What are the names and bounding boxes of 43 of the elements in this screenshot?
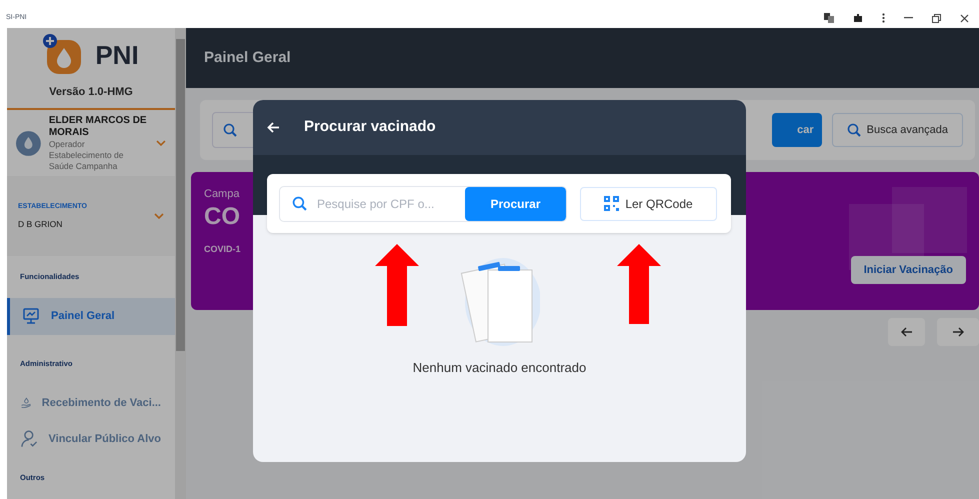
close-icon[interactable]	[960, 14, 969, 22]
back-icon[interactable]	[267, 122, 280, 133]
campaign-title: CO	[204, 202, 240, 230]
restore-icon[interactable]	[932, 14, 941, 22]
search-icon	[223, 123, 237, 137]
minimize-icon[interactable]	[904, 17, 913, 19]
page-title: Painel Geral	[204, 48, 291, 68]
translate-icon[interactable]	[824, 13, 834, 23]
dialog-title: Procurar vacinado	[304, 117, 436, 138]
sidebar-item[interactable]: Recebimento de Vaci...	[7, 384, 175, 421]
qrcode-icon	[604, 196, 620, 211]
search-icon	[846, 123, 861, 137]
search-icon	[292, 196, 307, 211]
scrollbar-thumb[interactable]	[176, 39, 185, 351]
search-button[interactable]: Procurar	[465, 186, 566, 220]
search-field[interactable]: Pesquise por CPF o... Procurar	[279, 186, 567, 222]
sidebar-item[interactable]: Painel Geral	[7, 298, 175, 335]
search-button[interactable]: car	[772, 113, 822, 147]
empty-message: Nenhum vacinado encontrado	[412, 359, 586, 377]
logo-icon	[43, 34, 84, 76]
campaign-label: Campa	[204, 187, 240, 202]
version-label: Versão 1.0-HMG	[49, 85, 133, 100]
arrow-left-icon	[900, 327, 912, 337]
previous-button[interactable]	[888, 318, 925, 346]
establishment-value[interactable]: D B GRION	[18, 218, 87, 230]
up-arrow-icon	[617, 244, 661, 324]
next-button[interactable]	[937, 318, 979, 346]
advanced-search-button[interactable]: Busca avançada	[832, 113, 963, 147]
up-arrow-icon	[375, 244, 419, 326]
read-qrcode-button[interactable]: Ler QRCode	[580, 186, 717, 220]
arrow-right-icon	[952, 327, 964, 337]
campaign-subtitle: COVID-1	[204, 242, 241, 256]
more-icon[interactable]	[882, 13, 885, 23]
logo-text: PNI	[95, 38, 139, 72]
monitor-icon	[22, 307, 40, 326]
sidebar-item[interactable]: Vincular Público Alvo	[7, 420, 175, 457]
user-unit: Estabelecimento de Saúde Campanha	[48, 150, 124, 172]
user-name: ELDER MARCOS DE MORAIS	[48, 114, 148, 139]
avatar-icon	[16, 130, 41, 156]
start-vaccination-button[interactable]: Iniciar Vacinação	[850, 256, 966, 284]
user-check-icon	[21, 430, 39, 448]
puzzle-icon[interactable]	[853, 13, 863, 23]
user-role: Operador	[48, 138, 86, 150]
